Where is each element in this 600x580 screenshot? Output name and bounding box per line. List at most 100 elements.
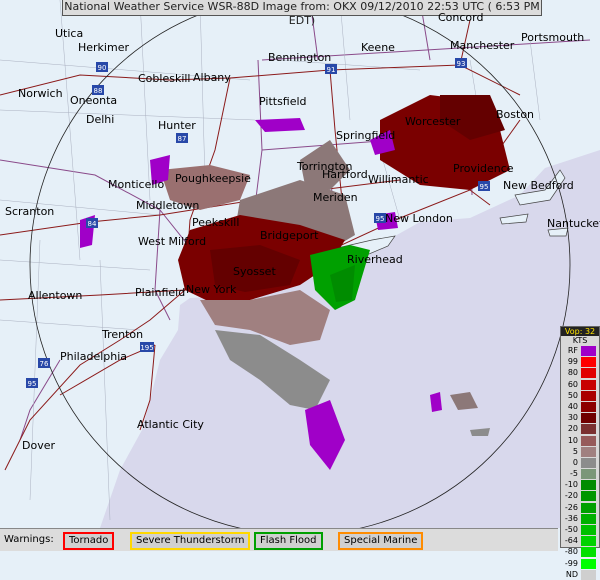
- city-label: Providence: [453, 162, 514, 175]
- legend-level-label: 40: [567, 401, 578, 411]
- city-label: New Bedford: [503, 179, 574, 192]
- legend-level: -64: [561, 535, 599, 547]
- city-label: Allentown: [28, 289, 83, 302]
- legend-level: RF: [561, 345, 599, 356]
- legend-color-swatch: [581, 513, 596, 524]
- legend-level: 50: [561, 390, 599, 401]
- legend-color-swatch: [581, 401, 596, 412]
- legend-color-swatch: [581, 469, 596, 480]
- legend-level: -99: [561, 558, 599, 569]
- city-label: Norwich: [18, 87, 63, 100]
- city-label: Keene: [361, 41, 395, 54]
- warning-severe-thunderstorm: Severe Thunderstorm: [130, 532, 251, 550]
- highway-shield: 84: [86, 218, 98, 228]
- legend-level-label: 0: [572, 457, 578, 467]
- city-label: Herkimer: [78, 41, 129, 54]
- legend-level: 80: [561, 367, 599, 379]
- legend-color-swatch: [581, 424, 596, 435]
- legend-level: 40: [561, 401, 599, 412]
- legend-level-label: 60: [567, 379, 578, 389]
- highway-shield: 91: [325, 64, 337, 74]
- legend-level: -10: [561, 479, 599, 491]
- legend-level: -26: [561, 502, 599, 513]
- city-label: Willimantic: [368, 173, 429, 186]
- legend-level: 99: [561, 356, 599, 368]
- legend-level-label: 20: [567, 424, 578, 434]
- legend-level-label: -26: [564, 502, 578, 512]
- city-label: Manchester: [450, 39, 515, 52]
- city-label: Nantucket: [547, 217, 600, 230]
- legend-level-label: -64: [564, 536, 578, 546]
- city-label: Scranton: [5, 205, 55, 218]
- legend-color-swatch: [581, 413, 596, 424]
- legend-color-swatch: [581, 457, 596, 468]
- legend-level-label: -5: [570, 469, 578, 479]
- city-label: Utica: [55, 27, 84, 40]
- highway-shield: 95: [478, 181, 490, 191]
- highway-shield: 90: [96, 62, 108, 72]
- legend-units: KTS: [572, 336, 588, 345]
- legend-level-label: 99: [567, 357, 578, 367]
- legend-level-label: -10: [564, 480, 578, 490]
- legend-level: 10: [561, 435, 599, 446]
- city-label: Poughkeepsie: [175, 172, 251, 185]
- city-label: Meriden: [313, 191, 358, 204]
- legend-color-swatch: [581, 569, 596, 580]
- svg-text:195: 195: [140, 344, 153, 352]
- city-label: Oneonta: [70, 94, 118, 107]
- legend-level: 5: [561, 446, 599, 457]
- svg-text:91: 91: [327, 66, 336, 74]
- svg-text:95: 95: [480, 183, 489, 191]
- svg-text:90: 90: [98, 64, 107, 72]
- city-label: Bennington: [268, 51, 332, 64]
- svg-text:76: 76: [40, 360, 49, 368]
- city-label: Atlantic City: [137, 418, 204, 431]
- legend-color-swatch: [581, 525, 596, 535]
- legend-level: 30: [561, 412, 599, 424]
- city-label: Peekskill: [192, 216, 240, 229]
- city-label: Springfield: [336, 129, 396, 142]
- city-label: West Milford: [138, 235, 207, 248]
- highway-shield: 93: [455, 58, 467, 68]
- legend-level-label: 80: [567, 368, 578, 378]
- legend-color-swatch: [581, 368, 596, 379]
- legend-level-label: RF: [567, 346, 578, 355]
- legend-level-label: -36: [564, 513, 578, 523]
- legend-level-label: -50: [564, 525, 578, 534]
- city-label: Concord: [438, 11, 484, 24]
- city-label: Riverhead: [347, 253, 403, 266]
- legend-color-swatch: [581, 558, 596, 569]
- radar-map: 90 88 91 93 87 84 95 95 76 195 95: [0, 0, 600, 536]
- legend-level-label: -20: [564, 491, 578, 501]
- legend-level-label: 30: [567, 413, 578, 423]
- highway-shield: 195: [140, 342, 154, 352]
- legend-color-swatch: [581, 435, 596, 446]
- city-label: Hartford: [322, 168, 368, 181]
- legend-level-label: -80: [564, 547, 578, 557]
- legend-color-swatch: [581, 357, 596, 368]
- city-label: Syosset: [233, 265, 276, 278]
- legend-color-swatch: [581, 502, 596, 513]
- legend-color-swatch: [581, 547, 596, 558]
- svg-text:87: 87: [178, 135, 187, 143]
- svg-text:93: 93: [457, 60, 466, 68]
- warning-special-marine: Special Marine: [338, 532, 424, 550]
- legend-rows: RF 99 80 60 50 40 30 20 10 5 0 -5 -10 -20 -26 -36 -50 -64…: [561, 345, 599, 580]
- warnings-label: Warnings:: [4, 534, 54, 545]
- legend-level-label: -99: [564, 558, 578, 568]
- legend-level: -5: [561, 468, 599, 480]
- city-label: New York: [186, 283, 237, 296]
- city-label: Dover: [22, 439, 55, 452]
- legend-level: -80: [561, 546, 599, 558]
- svg-text:95: 95: [376, 215, 385, 223]
- city-label: Hunter: [158, 119, 196, 132]
- city-label: New London: [385, 212, 453, 225]
- legend-level-label: ND: [565, 569, 578, 579]
- legend-color-swatch: [581, 491, 596, 502]
- warnings-bar: Warnings: Tornado Severe Thunderstorm Fl…: [0, 528, 558, 551]
- legend-color-swatch: [581, 446, 596, 457]
- city-label: Cobleskill: [138, 72, 191, 85]
- legend-level-label: 5: [572, 446, 578, 456]
- city-label: Plainfield: [135, 286, 186, 299]
- legend-color-swatch: [581, 379, 596, 390]
